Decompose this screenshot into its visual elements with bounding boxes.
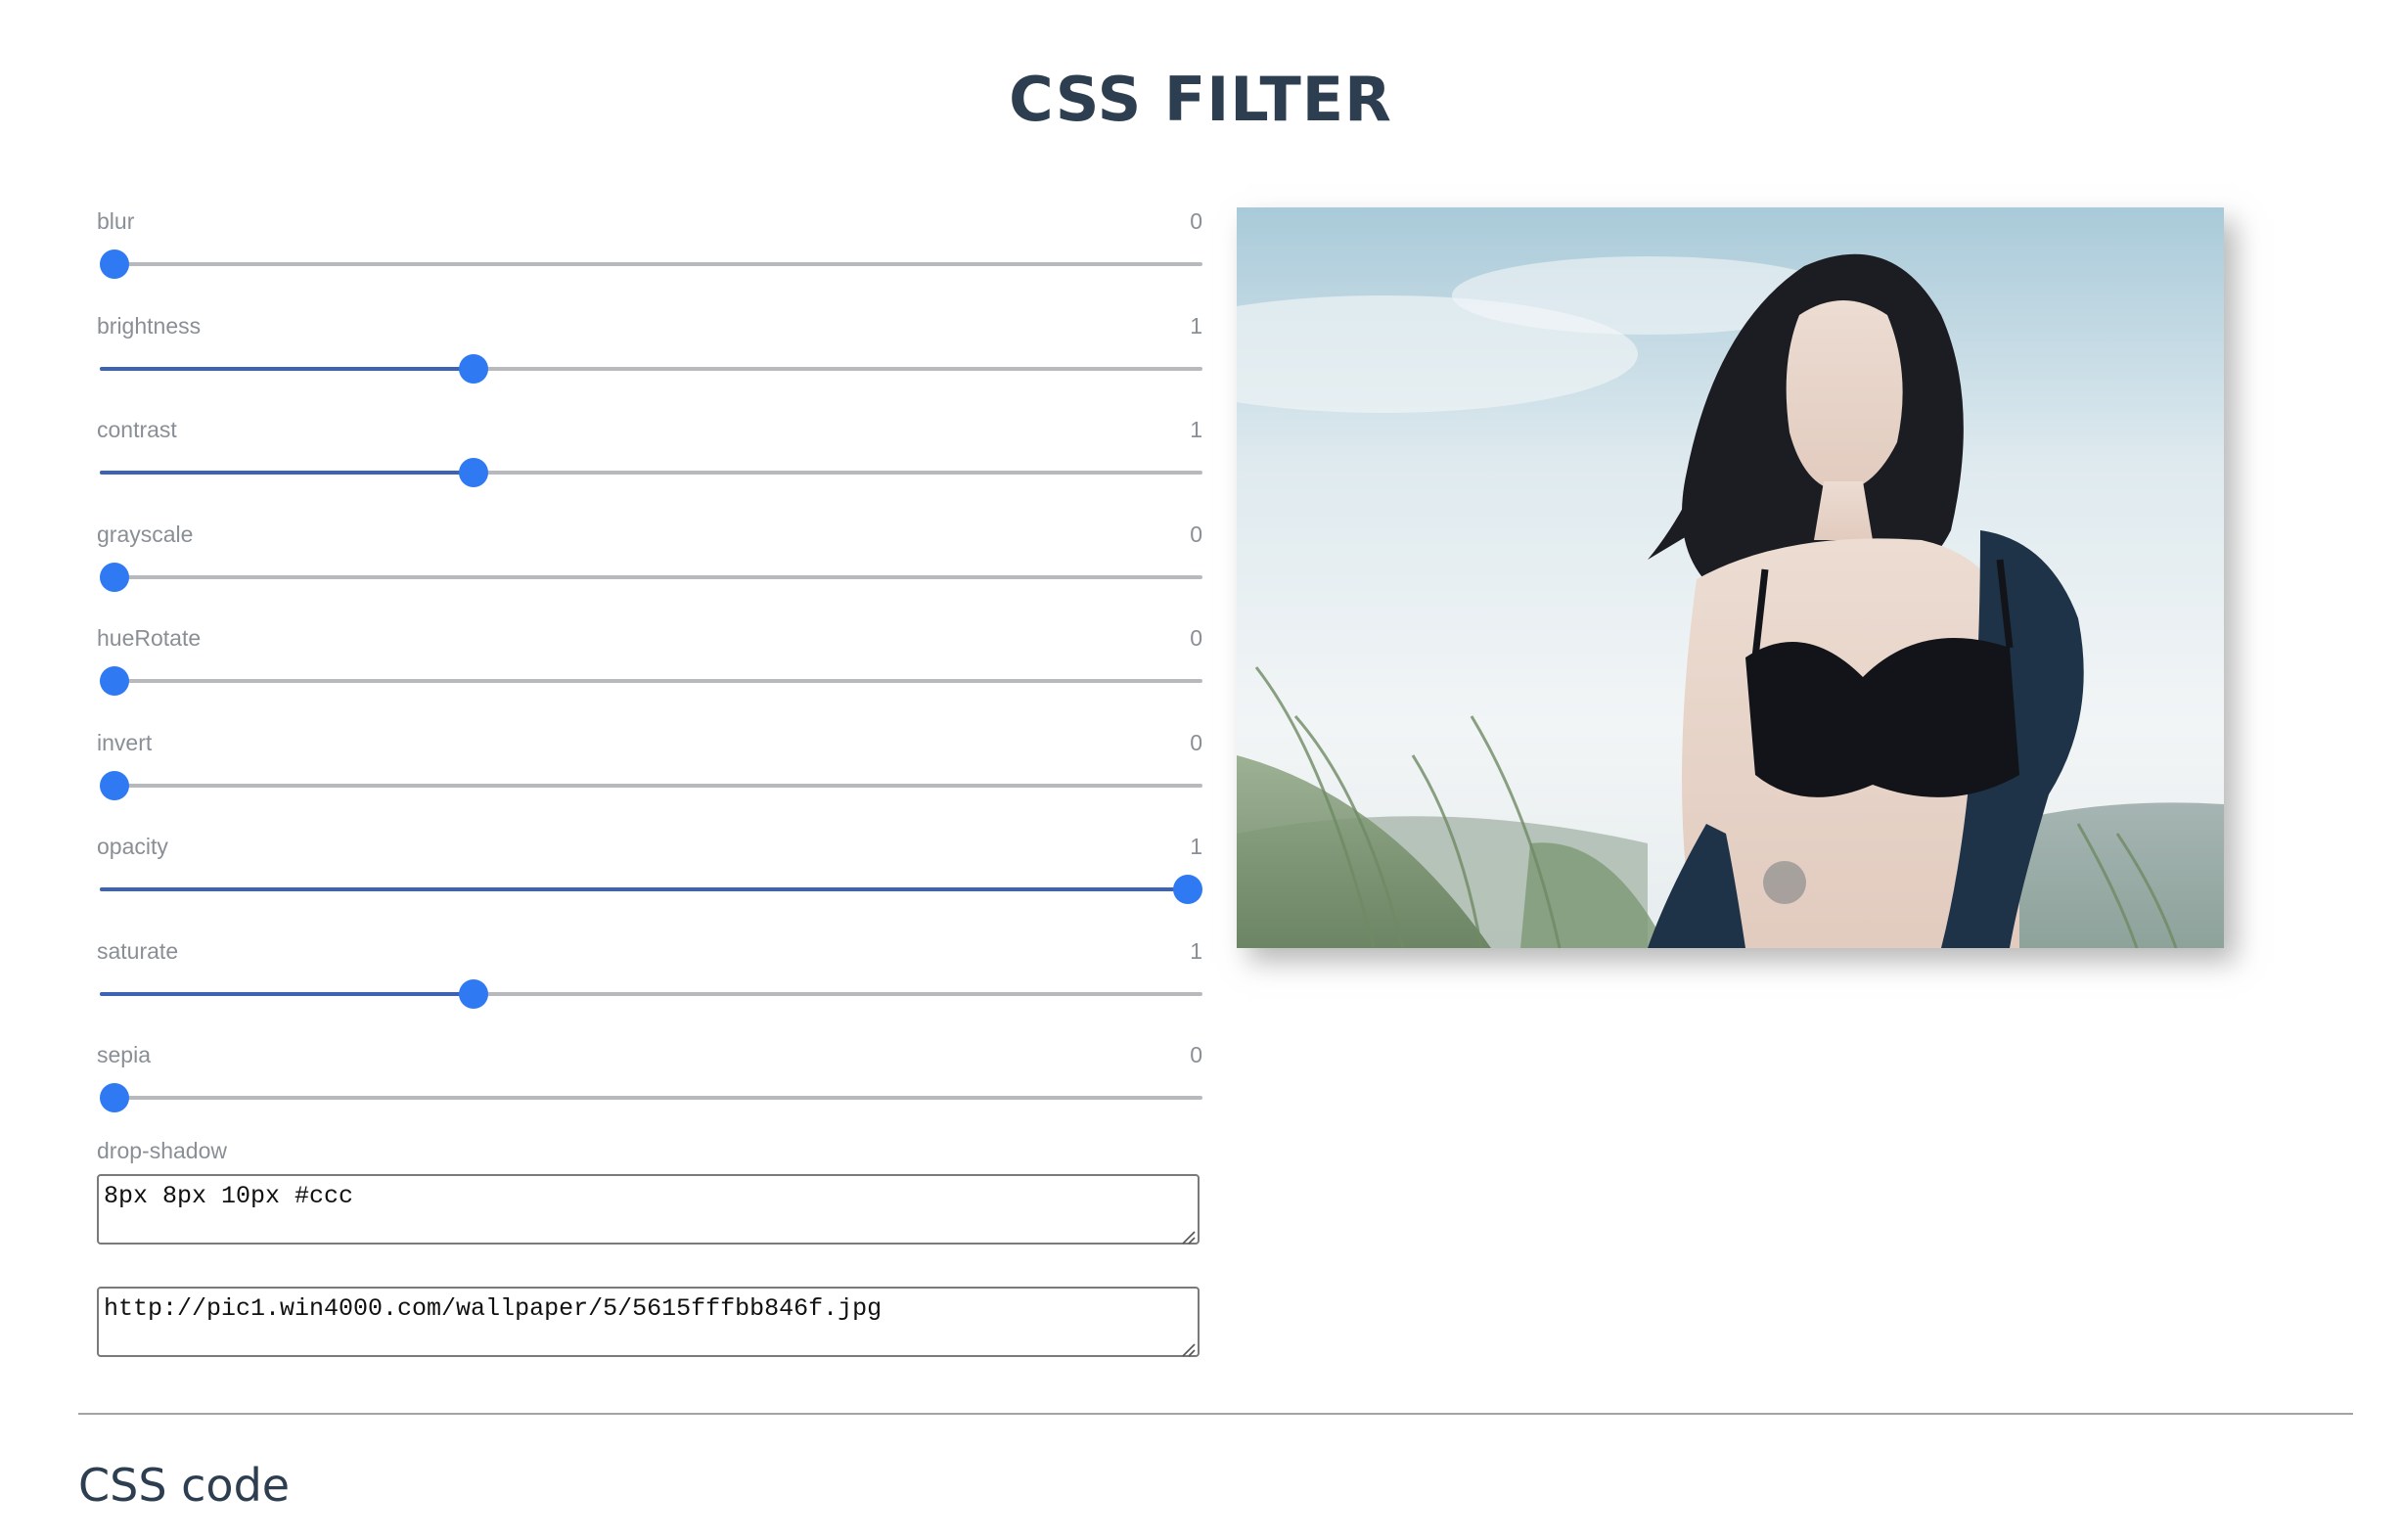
slider-track[interactable] [100, 353, 1202, 384]
slider-label: sepia [97, 1042, 151, 1067]
slider-sepia: sepia 0 [97, 1034, 1202, 1139]
portrait-photo-image [1237, 207, 2224, 948]
slider-thumb[interactable] [459, 458, 489, 487]
slider-label: contrast [97, 417, 177, 442]
slider-value: 0 [1190, 729, 1202, 755]
slider-thumb[interactable] [100, 562, 129, 592]
slider-saturate: saturate 1 [97, 930, 1202, 1035]
slider-thumb[interactable] [100, 1083, 129, 1112]
slider-grayscale: grayscale 0 [97, 514, 1202, 618]
slider-opacity: opacity 1 [97, 826, 1202, 930]
drop-shadow-input[interactable]: 8px 8px 10px #ccc [97, 1174, 1200, 1245]
slider-value: 1 [1190, 937, 1202, 964]
slider-thumb[interactable] [100, 666, 129, 696]
slider-label: saturate [97, 937, 179, 964]
slider-value: 0 [1190, 1042, 1202, 1067]
slider-label: invert [97, 729, 153, 755]
slider-track[interactable] [100, 1083, 1202, 1112]
slider-value: 0 [1190, 208, 1202, 234]
slider-track[interactable] [100, 458, 1202, 487]
page-title: CSS FILTER [1009, 64, 1392, 135]
slider-contrast: contrast 1 [97, 409, 1202, 514]
slider-value: 1 [1190, 312, 1202, 339]
slider-value: 0 [1190, 521, 1202, 547]
slider-thumb[interactable] [459, 978, 489, 1009]
slider-track[interactable] [100, 562, 1202, 592]
slider-thumb[interactable] [100, 249, 129, 279]
slider-blur: blur 0 [97, 201, 1202, 305]
slider-label: grayscale [97, 521, 194, 547]
slider-fill [100, 887, 1188, 891]
css-code-heading: CSS code [78, 1459, 291, 1512]
slider-brightness: brightness 1 [97, 305, 1202, 410]
image-url-input[interactable]: http://pic1.win4000.com/wallpaper/5/5615… [97, 1287, 1200, 1357]
slider-value: 1 [1190, 417, 1202, 442]
slider-track[interactable] [100, 770, 1202, 800]
slider-track[interactable] [100, 875, 1202, 904]
slider-label: opacity [97, 834, 168, 859]
slider-thumb[interactable] [100, 770, 129, 800]
slider-hue-rotate: hueRotate 0 [97, 617, 1202, 722]
slider-track[interactable] [100, 666, 1202, 696]
slider-thumb[interactable] [459, 353, 489, 384]
slider-invert: invert 0 [97, 722, 1202, 827]
slider-track[interactable] [100, 249, 1202, 279]
slider-fill [100, 366, 475, 371]
slider-thumb[interactable] [1173, 875, 1202, 904]
slider-value: 0 [1190, 625, 1202, 651]
slider-fill [100, 991, 475, 996]
drop-shadow-label: drop-shadow [97, 1138, 227, 1163]
slider-label: blur [97, 208, 135, 234]
slider-track[interactable] [100, 978, 1202, 1009]
section-divider [78, 1413, 2353, 1415]
slider-fill [100, 471, 475, 475]
filter-controls: blur 0 brightness 1 contrast 1 grayscale… [97, 201, 1202, 1357]
slider-label: brightness [97, 312, 202, 339]
slider-value: 1 [1190, 834, 1202, 859]
preview-image [1237, 207, 2224, 948]
slider-label: hueRotate [97, 625, 202, 651]
